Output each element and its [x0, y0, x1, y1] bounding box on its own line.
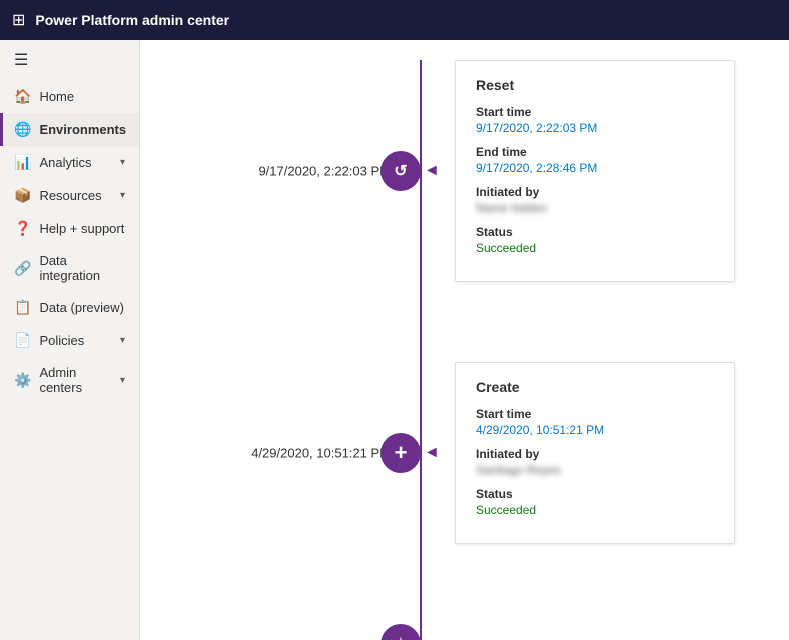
sidebar-icon-resources: 📦: [14, 187, 31, 204]
sidebar-label-analytics: Analytics: [39, 155, 112, 170]
sidebar-item-analytics[interactable]: 📊 Analytics ▾: [0, 146, 139, 179]
card-field-initiated-by: Initiated by Name hidden: [476, 185, 714, 215]
topbar: ⊞ Power Platform admin center: [0, 0, 789, 40]
timeline-date: 4/29/2020, 10:51:21 PM: [180, 446, 390, 461]
sidebar-icon-home: 🏠: [14, 88, 31, 105]
sidebar-icon-data-preview: 📋: [14, 299, 31, 316]
card-field-label: Status: [476, 225, 714, 239]
card-field-initiated-by: Initiated by Santiago Reyes: [476, 447, 714, 477]
sidebar-label-environments: Environments: [39, 122, 126, 137]
card-field-label: Start time: [476, 105, 714, 119]
sidebar-icon-help-support: ❓: [14, 220, 31, 237]
card-field-label: Initiated by: [476, 447, 714, 461]
chevron-icon-resources: ▾: [120, 190, 125, 201]
sidebar-label-admin-centers: Admin centers: [39, 365, 112, 395]
card-field-value: 4/29/2020, 10:51:21 PM: [476, 423, 714, 437]
timeline-node-reset-event[interactable]: ↺: [381, 151, 421, 191]
hamburger-button[interactable]: ☰: [0, 40, 139, 80]
sidebar-item-environments[interactable]: 🌐 Environments: [0, 113, 139, 146]
sidebar-icon-admin-centers: ⚙️: [14, 372, 31, 389]
sidebar-icon-policies: 📄: [14, 332, 31, 349]
sidebar-item-policies[interactable]: 📄 Policies ▾: [0, 324, 139, 357]
sidebar-label-policies: Policies: [39, 333, 112, 348]
timeline-event-reset-event: 9/17/2020, 2:22:03 PM ↺ ◄ Reset Start ti…: [400, 60, 749, 282]
card-field-value: 9/17/2020, 2:28:46 PM: [476, 161, 714, 175]
sidebar-icon-analytics: 📊: [14, 154, 31, 171]
card-field-label: Status: [476, 487, 714, 501]
timeline-card-reset-event: Reset Start time 9/17/2020, 2:22:03 PM E…: [455, 60, 735, 282]
timeline-event-create-event: 4/29/2020, 10:51:21 PM + ◄ Create Start …: [400, 362, 749, 544]
timeline-card-create-event: Create Start time 4/29/2020, 10:51:21 PM…: [455, 362, 735, 544]
card-field-start-time: Start time 4/29/2020, 10:51:21 PM: [476, 407, 714, 437]
sidebar-label-help-support: Help + support: [39, 221, 125, 236]
waffle-icon[interactable]: ⊞: [12, 10, 25, 30]
timeline-star-node-container: ☆: [400, 624, 749, 640]
card-field-value: 9/17/2020, 2:22:03 PM: [476, 121, 714, 135]
topbar-title: Power Platform admin center: [35, 12, 229, 28]
main-layout: ☰ 🏠 Home 🌐 Environments 📊 Analytics ▾ 📦 …: [0, 40, 789, 640]
sidebar: ☰ 🏠 Home 🌐 Environments 📊 Analytics ▾ 📦 …: [0, 40, 140, 640]
sidebar-item-admin-centers[interactable]: ⚙️ Admin centers ▾: [0, 357, 139, 403]
sidebar-icon-data-integration: 🔗: [14, 260, 31, 277]
timeline-star-node[interactable]: ☆: [381, 624, 421, 640]
chevron-icon-analytics: ▾: [120, 157, 125, 168]
card-field-end-time: End time 9/17/2020, 2:28:46 PM: [476, 145, 714, 175]
chevron-icon-admin-centers: ▾: [120, 375, 125, 386]
card-field-value: Name hidden: [476, 201, 714, 215]
sidebar-icon-environments: 🌐: [14, 121, 31, 138]
sidebar-label-home: Home: [39, 89, 125, 104]
card-title: Create: [476, 379, 714, 395]
sidebar-item-help-support[interactable]: ❓ Help + support: [0, 212, 139, 245]
sidebar-label-data-integration: Data integration: [39, 253, 125, 283]
sidebar-item-resources[interactable]: 📦 Resources ▾: [0, 179, 139, 212]
timeline: 9/17/2020, 2:22:03 PM ↺ ◄ Reset Start ti…: [180, 60, 749, 640]
card-field-label: Initiated by: [476, 185, 714, 199]
card-field-start-time: Start time 9/17/2020, 2:22:03 PM: [476, 105, 714, 135]
card-field-value: Succeeded: [476, 503, 714, 517]
chevron-icon-policies: ▾: [120, 335, 125, 346]
sidebar-item-home[interactable]: 🏠 Home: [0, 80, 139, 113]
card-title: Reset: [476, 77, 714, 93]
sidebar-item-data-preview[interactable]: 📋 Data (preview): [0, 291, 139, 324]
content-area: 9/17/2020, 2:22:03 PM ↺ ◄ Reset Start ti…: [140, 40, 789, 640]
card-field-value: Santiago Reyes: [476, 463, 714, 477]
card-field-label: End time: [476, 145, 714, 159]
card-field-value: Succeeded: [476, 241, 714, 255]
card-field-label: Start time: [476, 407, 714, 421]
timeline-node-create-event[interactable]: +: [381, 433, 421, 473]
timeline-arrow-create-event: ◄: [424, 444, 440, 462]
sidebar-label-data-preview: Data (preview): [39, 300, 125, 315]
timeline-arrow-reset-event: ◄: [424, 162, 440, 180]
card-field-status: Status Succeeded: [476, 225, 714, 255]
sidebar-label-resources: Resources: [39, 188, 112, 203]
sidebar-item-data-integration[interactable]: 🔗 Data integration: [0, 245, 139, 291]
card-field-status: Status Succeeded: [476, 487, 714, 517]
timeline-date: 9/17/2020, 2:22:03 PM: [180, 164, 390, 179]
